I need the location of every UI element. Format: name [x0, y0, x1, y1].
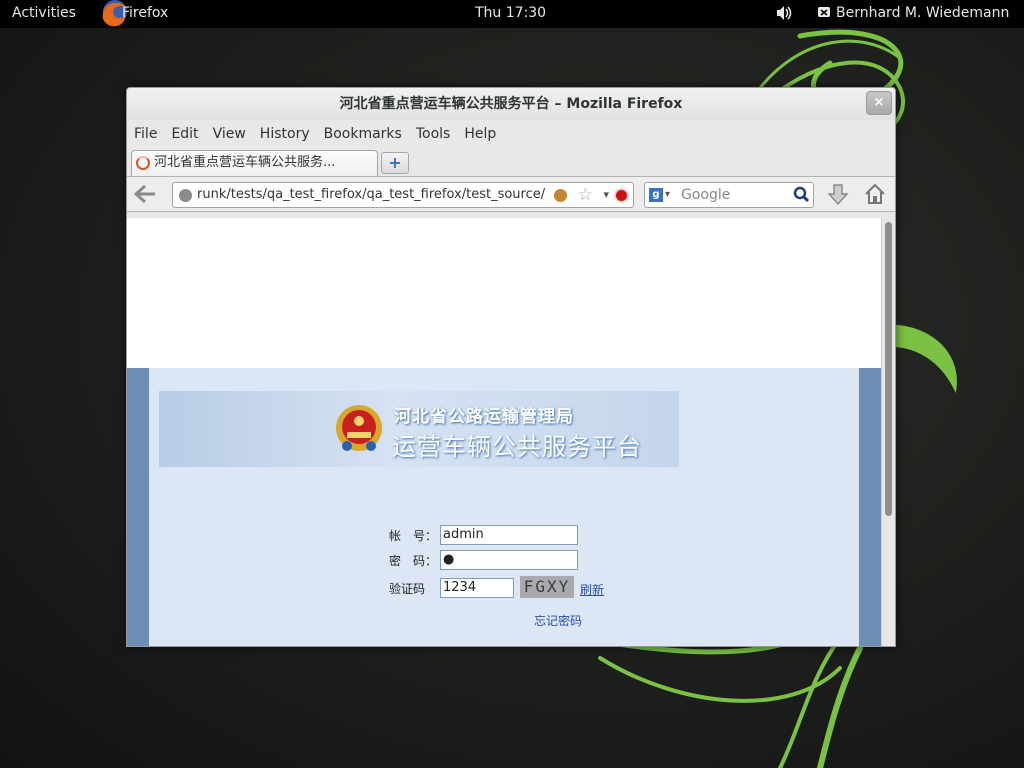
- loading-icon: [136, 156, 150, 170]
- menu-edit[interactable]: Edit: [171, 126, 198, 142]
- clock[interactable]: Thu 17:30: [475, 5, 546, 21]
- password-label: 密 码：: [389, 554, 438, 568]
- tab-strip: 河北省重点营运车辆公共服务... +: [127, 148, 895, 176]
- history-dropdown-icon[interactable]: ▾: [603, 183, 609, 207]
- navigation-toolbar: runk/tests/qa_test_firefox/qa_test_firef…: [127, 176, 895, 212]
- search-engine-icon[interactable]: g: [649, 188, 663, 202]
- forgot-password-link[interactable]: 忘记密码: [534, 612, 582, 629]
- site-banner: 河北省公路运输管理局 运营车辆公共服务平台: [159, 391, 679, 467]
- firefox-window: 河北省重点营运车辆公共服务平台 – Mozilla Firefox × File…: [126, 87, 896, 647]
- tab-active[interactable]: 河北省重点营运车辆公共服务...: [131, 150, 378, 176]
- user-menu[interactable]: Bernhard M. Wiedemann: [836, 5, 1009, 21]
- url-bar[interactable]: runk/tests/qa_test_firefox/qa_test_firef…: [172, 182, 634, 208]
- captcha-label: 验证码: [389, 582, 426, 596]
- captcha-input[interactable]: 1234: [440, 578, 514, 598]
- page-content: 河北省公路运输管理局 运营车辆公共服务平台 帐 号： admin 密 码： ● …: [127, 218, 895, 646]
- menu-history[interactable]: History: [260, 126, 310, 142]
- chat-status-icon[interactable]: [817, 6, 831, 20]
- search-placeholder: Google: [681, 187, 731, 203]
- account-input[interactable]: admin: [440, 525, 578, 545]
- account-label: 帐 号：: [389, 529, 438, 543]
- menu-view[interactable]: View: [213, 126, 246, 142]
- national-emblem-icon: [333, 402, 385, 456]
- download-icon[interactable]: [827, 183, 849, 207]
- url-text[interactable]: runk/tests/qa_test_firefox/qa_test_firef…: [197, 183, 549, 207]
- menu-help[interactable]: Help: [464, 126, 496, 142]
- bookmark-star-icon[interactable]: ☆: [578, 183, 593, 207]
- band-right-border: [859, 368, 881, 646]
- menu-tools[interactable]: Tools: [416, 126, 451, 142]
- banner-title-line1: 河北省公路运输管理局: [394, 407, 574, 427]
- engine-dropdown-icon[interactable]: ▾: [665, 183, 670, 207]
- home-icon[interactable]: [863, 182, 887, 206]
- login-area: 河北省公路运输管理局 运营车辆公共服务平台 帐 号： admin 密 码： ● …: [127, 368, 881, 646]
- refresh-captcha-link[interactable]: 刷新: [580, 581, 604, 598]
- back-arrow-icon[interactable]: [133, 183, 159, 205]
- menu-file[interactable]: File: [134, 126, 157, 142]
- search-bar[interactable]: g ▾ Google: [644, 182, 814, 208]
- volume-icon[interactable]: [775, 5, 793, 21]
- menu-bar: File Edit View History Bookmarks Tools H…: [127, 120, 895, 148]
- search-icon[interactable]: [793, 186, 810, 203]
- banner-title-line2: 运营车辆公共服务平台: [392, 433, 642, 461]
- cookie-icon[interactable]: [554, 189, 567, 202]
- vertical-scrollbar[interactable]: [881, 218, 895, 646]
- close-icon[interactable]: ×: [866, 91, 892, 115]
- site-identity-icon[interactable]: [179, 189, 192, 202]
- window-title: 河北省重点营运车辆公共服务平台 – Mozilla Firefox: [339, 96, 683, 112]
- menu-bookmarks[interactable]: Bookmarks: [324, 126, 402, 142]
- stop-icon[interactable]: [614, 188, 629, 203]
- gnome-top-bar: Activities Firefox Thu 17:30 Bernhard M.…: [0, 0, 1024, 28]
- app-menu-label[interactable]: Firefox: [122, 5, 168, 21]
- activities-button[interactable]: Activities: [12, 5, 76, 21]
- new-tab-button[interactable]: +: [381, 152, 409, 174]
- tab-label: 河北省重点营运车辆公共服务...: [154, 155, 336, 170]
- window-titlebar[interactable]: 河北省重点营运车辆公共服务平台 – Mozilla Firefox ×: [127, 88, 895, 120]
- password-input[interactable]: ●: [440, 550, 578, 570]
- band-left-border: [127, 368, 149, 646]
- scrollbar-thumb[interactable]: [885, 222, 892, 516]
- captcha-image: FGXY: [520, 576, 574, 598]
